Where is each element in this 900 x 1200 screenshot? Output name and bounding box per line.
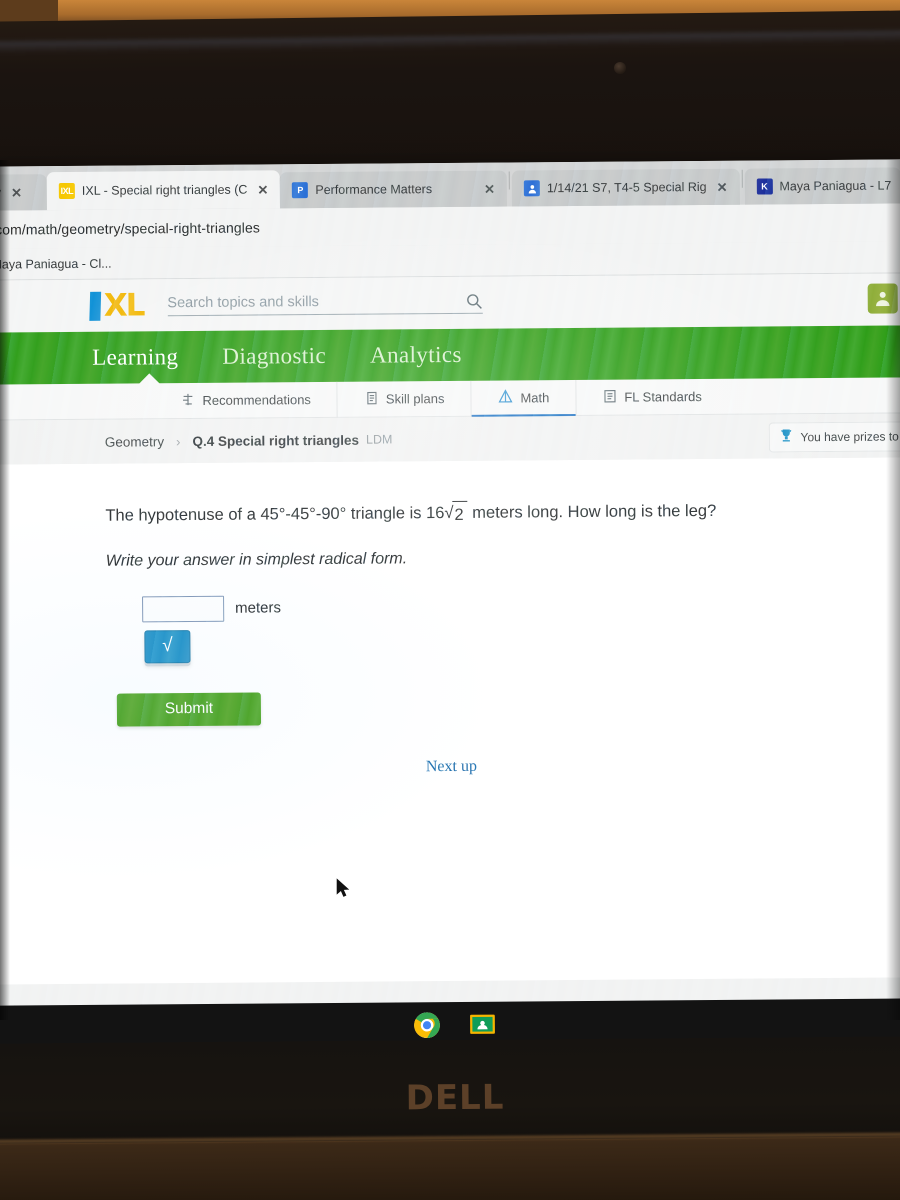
subnav-item-math[interactable]: Math [471,379,577,417]
breadcrumb: Geometry › Q.4 Special right triangles L… [0,413,900,465]
question-instruction: Write your answer in simplest radical fo… [105,550,408,570]
answer-input[interactable] [142,595,225,623]
answer-row: meters [0,590,900,623]
subnav-item-skill-plans[interactable]: Skill plans [337,380,472,418]
radical-expression: √ 2 [444,500,468,528]
ixl-logo-xl: XL [103,286,144,324]
question-text: The hypotenuse of a 45°-45°-90° triangle… [0,497,900,531]
tab-close-icon[interactable]: ✕ [254,182,271,197]
tab-title: IXL - Special right triangles (C [81,182,248,198]
subnav-label: Recommendations [202,392,311,408]
search-placeholder: Search topics and skills [167,294,319,312]
math-keypad: √ [0,624,900,664]
kahoot-favicon: K [756,178,773,195]
desk-surface [0,1136,900,1200]
breadcrumb-skill-code: LDM [365,432,393,447]
prizes-banner[interactable]: You have prizes to [768,421,900,453]
question-area: The hypotenuse of a 45°-45°-90° triangle… [0,457,900,985]
search-input[interactable]: Search topics and skills [167,292,483,316]
dell-logo: DELL [405,1078,504,1119]
calendar-favicon [523,180,541,197]
breadcrumb-skill: Q.4 Special right triangles [192,432,360,449]
submit-button[interactable]: Submit [116,692,262,727]
browser-tab-kahoot[interactable]: K Maya Paniagua - L7 [744,167,900,205]
screen-edge-shadow-left [0,160,10,1020]
ixl-favicon: IXL [58,182,75,200]
ixl-logo-i [89,291,102,321]
skill-plans-icon [364,390,379,408]
answer-unit-label: meters [235,599,282,617]
mouse-cursor [336,878,350,897]
standards-icon [602,388,617,406]
ixl-page: XL Search topics and skills Learning Dia [0,273,900,1022]
browser-tab-calendar[interactable]: 1/14/21 S7, T4-5 Special Rig ✕ [511,168,740,207]
question-text-part-1: The hypotenuse of a 45°-45°-90° triangle… [105,504,445,525]
laptop-screen: y ✕ IXL IXL - Special right triangles (C… [0,159,900,1022]
ixl-header: XL Search topics and skills [0,273,900,333]
ixl-main-nav: Learning Diagnostic Analytics [0,325,900,385]
subnav-item-fl-standards[interactable]: FL Standards [576,378,728,415]
chrome-icon[interactable] [413,1011,441,1047]
trophy-icon [777,427,794,447]
tab-separator [741,169,743,188]
nav-item-diagnostic[interactable]: Diagnostic [222,343,326,370]
tab-separator [508,171,510,190]
ixl-logo[interactable]: XL [89,286,144,324]
photo-of-laptop-screen: y ✕ IXL IXL - Special right triangles (C… [0,0,900,1200]
next-up-label[interactable]: Next up [0,720,900,779]
subnav-label: Math [520,390,550,406]
tab-title: 1/14/21 S7, T4-5 Special Rig [546,179,707,196]
browser-tab-strip: y ✕ IXL IXL - Special right triangles (C… [0,159,900,211]
breadcrumb-separator: › [176,433,181,449]
math-icon [497,388,513,407]
nav-item-analytics[interactable]: Analytics [370,342,462,369]
subnav-item-recommendations[interactable]: Recommendations [154,381,339,419]
question-text-part-2: meters long. How long is the leg? [472,501,717,522]
browser-tab-ixl[interactable]: IXL IXL - Special right triangles (C ✕ [46,170,281,211]
screen-edge-shadow-right [886,160,900,1020]
tab-title: Performance Matters [315,182,433,198]
subnav-label: Skill plans [385,391,445,407]
tab-close-icon[interactable]: ✕ [713,179,730,194]
radical-key-button[interactable]: √ [144,629,191,664]
search-icon[interactable] [465,292,482,309]
subnav-label: FL Standards [624,389,702,405]
breadcrumb-subject[interactable]: Geometry [105,434,164,449]
tab-close-icon[interactable]: ✕ [481,181,498,196]
performance-matters-favicon: P [292,182,309,199]
dell-logo-text: DELL [405,1077,505,1119]
browser-tab-performance-matters[interactable]: P Performance Matters ✕ [280,170,508,209]
recommendations-icon [180,391,195,409]
tab-title: Maya Paniagua - L7 [779,178,892,194]
bookmark-item[interactable]: Maya Paniagua - Cl... [0,256,112,271]
tab-close-icon[interactable]: ✕ [8,185,25,200]
webcam-icon [614,62,626,74]
address-bar-url: .com/math/geometry/special-right-triangl… [0,219,260,238]
nav-item-learning[interactable]: Learning [92,344,178,371]
radicand: 2 [452,500,468,528]
google-classroom-icon[interactable] [469,1011,497,1046]
prizes-label: You have prizes to [800,429,899,445]
